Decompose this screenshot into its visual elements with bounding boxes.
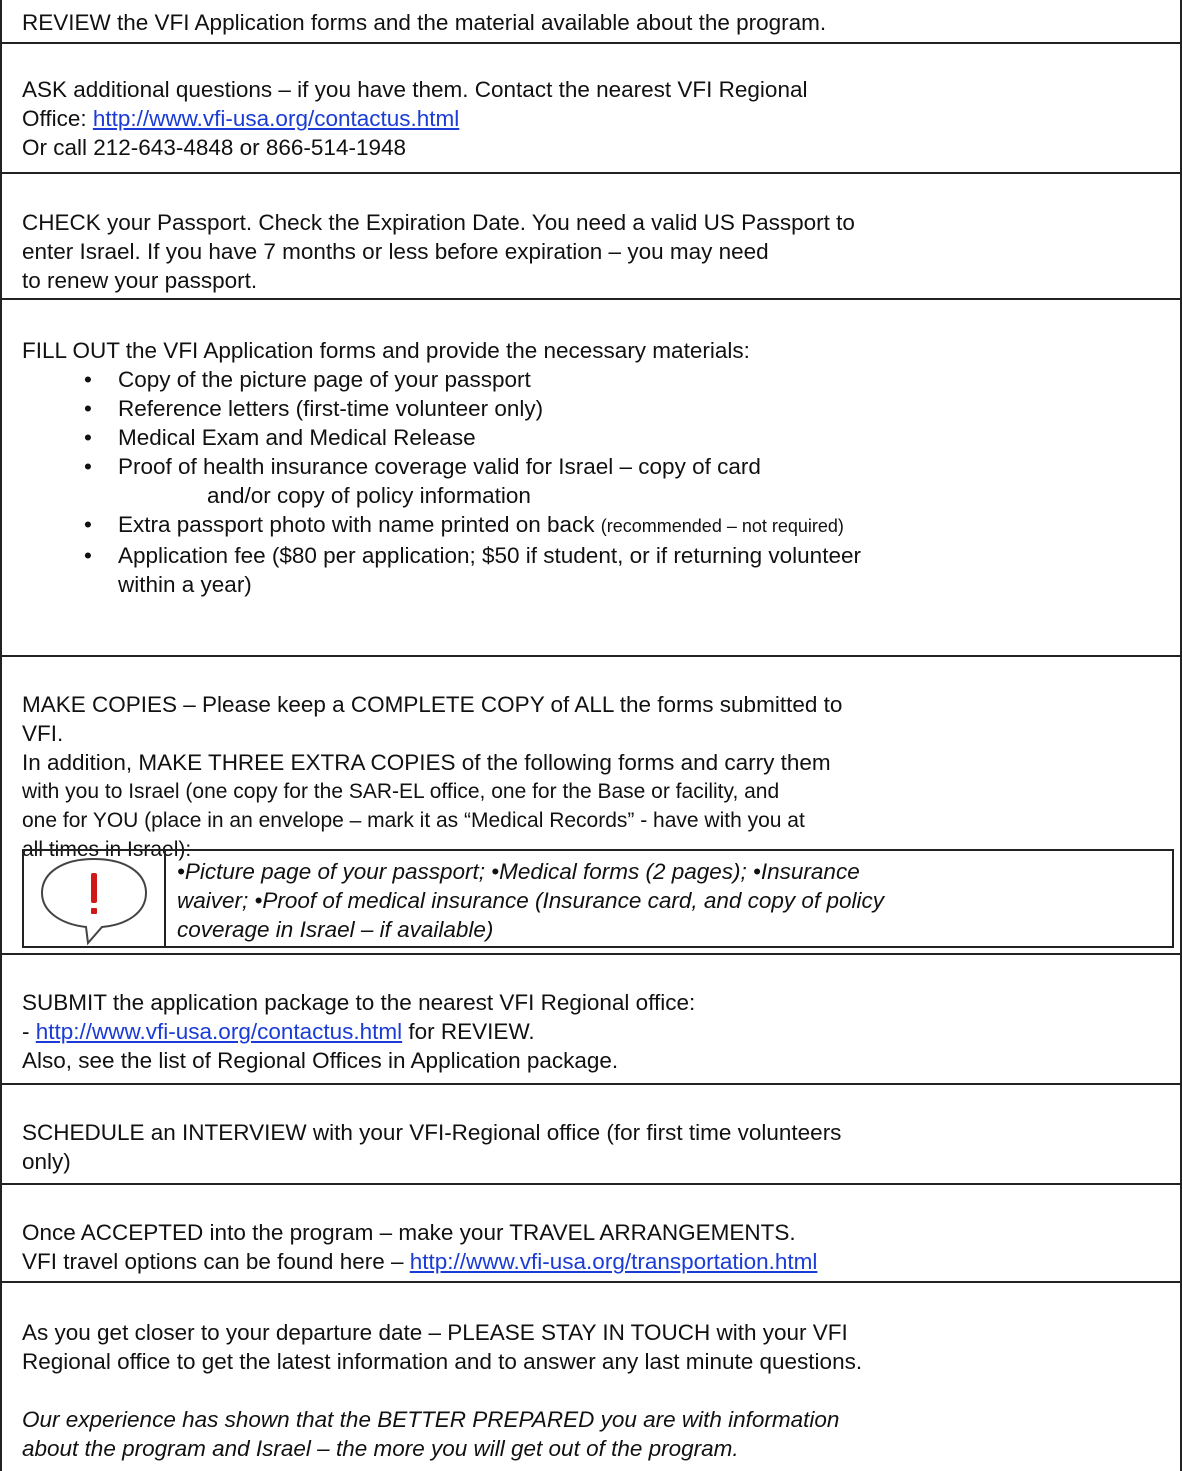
interview-line-2: only) [22, 1149, 71, 1174]
divider [2, 1183, 1180, 1185]
checklist-page: REVIEW the VFI Application forms and the… [0, 0, 1182, 1471]
list-item-continuation: and/or copy of policy information [207, 483, 531, 508]
travel-section: Once ACCEPTED into the program – make yo… [2, 1218, 1180, 1276]
phone-text: Or call 212-643-4848 or 866-514-1948 [22, 135, 407, 160]
list-item: • Reference letters (first-time volunteer… [84, 396, 544, 421]
divider [2, 953, 1180, 955]
divider [2, 172, 1180, 174]
fill-out-intro: FILL OUT the VFI Application forms and p… [22, 338, 750, 363]
passport-line-2: enter Israel. If you have 7 months or le… [22, 239, 769, 264]
stay-line-2: Regional office to get the latest inform… [22, 1349, 863, 1374]
divider [2, 42, 1180, 44]
copies-line-1: MAKE COPIES – Please keep a COMPLETE COP… [22, 692, 843, 717]
interview-section: SCHEDULE an INTERVIEW with your VFI-Regi… [2, 1118, 1180, 1176]
warning-box: •Picture page of your passport; •Medical… [22, 849, 1174, 948]
copies-line-3: In addition, MAKE THREE EXTRA COPIES of … [22, 750, 831, 775]
review-section: REVIEW the VFI Application forms and the… [2, 8, 1180, 37]
list-item: • Extra passport photo with name printed … [84, 512, 844, 537]
list-item: • Medical Exam and Medical Release [84, 425, 476, 450]
contactus-link[interactable]: http://www.vfi-usa.org/contactus.html [36, 1019, 402, 1044]
submit-line-1: SUBMIT the application package to the ne… [22, 990, 696, 1015]
warning-icon-cell [24, 851, 166, 946]
passport-line-3: to renew your passport. [22, 268, 258, 293]
divider [2, 298, 1180, 300]
copies-line-2: VFI. [22, 721, 64, 746]
copies-section: MAKE COPIES – Please keep a COMPLETE COP… [2, 690, 1180, 864]
passport-section: CHECK your Passport. Check the Expiratio… [2, 208, 1180, 295]
submit-section: SUBMIT the application package to the ne… [2, 988, 1180, 1075]
divider [2, 1281, 1180, 1283]
travel-line-2: VFI travel options can be found here – h… [22, 1249, 818, 1274]
copies-line-5: one for YOU (place in an envelope – mark… [22, 809, 805, 832]
stay-line-1: As you get closer to your departure date… [22, 1320, 848, 1345]
ask-text: ASK additional questions – if you have t… [22, 77, 808, 102]
passport-line-1: CHECK your Passport. Check the Expiratio… [22, 210, 855, 235]
warning-text: •Picture page of your passport; •Medical… [177, 859, 884, 942]
list-item: • Application fee ($80 per application; $… [84, 543, 861, 568]
ask-section: ASK additional questions – if you have t… [2, 75, 1180, 162]
list-item: • Copy of the picture page of your passpo… [84, 367, 531, 392]
contactus-link[interactable]: http://www.vfi-usa.org/contactus.html [93, 106, 459, 131]
transportation-link[interactable]: http://www.vfi-usa.org/transportation.ht… [410, 1249, 818, 1274]
divider [2, 1083, 1180, 1085]
office-line: Office: http://www.vfi-usa.org/contactus… [22, 106, 460, 131]
stay-in-touch-section: As you get closer to your departure date… [2, 1318, 1180, 1463]
materials-list: • Copy of the picture page of your passpo… [22, 365, 1174, 599]
list-item-continuation: within a year) [118, 572, 252, 597]
copies-line-4: with you to Israel (one copy for the SAR… [22, 780, 780, 803]
review-text: REVIEW the VFI Application forms and the… [22, 10, 827, 35]
closing-line-2: about the program and Israel – the more … [22, 1436, 739, 1461]
submit-line-3: Also, see the list of Regional Offices i… [22, 1048, 619, 1073]
exclamation-speech-bubble-icon [40, 857, 148, 946]
list-item: • Proof of health insurance coverage vali… [84, 454, 761, 479]
closing-line-1: Our experience has shown that the BETTER… [22, 1407, 840, 1432]
travel-line-1: Once ACCEPTED into the program – make yo… [22, 1220, 796, 1245]
interview-line-1: SCHEDULE an INTERVIEW with your VFI-Regi… [22, 1120, 842, 1145]
submit-line-2: - http://www.vfi-usa.org/contactus.html … [22, 1019, 535, 1044]
fill-out-section: FILL OUT the VFI Application forms and p… [2, 336, 1180, 599]
divider [2, 655, 1180, 657]
